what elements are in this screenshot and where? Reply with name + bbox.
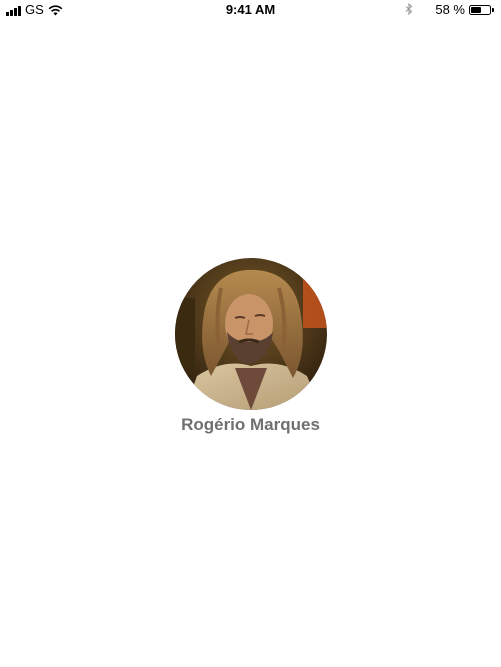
- battery-icon: [469, 5, 491, 15]
- status-right: 58 %: [405, 2, 494, 18]
- screen: GS 9:41 AM 58 % Rogério Marques: [0, 0, 501, 667]
- bluetooth-icon: [405, 2, 413, 18]
- profile-name: Rogério Marques: [181, 415, 320, 434]
- battery-level: [471, 7, 481, 13]
- battery-nub: [492, 8, 494, 12]
- battery-percent: 58 %: [435, 2, 465, 17]
- avatar[interactable]: [175, 258, 327, 410]
- status-bar: GS 9:41 AM 58 %: [0, 0, 501, 20]
